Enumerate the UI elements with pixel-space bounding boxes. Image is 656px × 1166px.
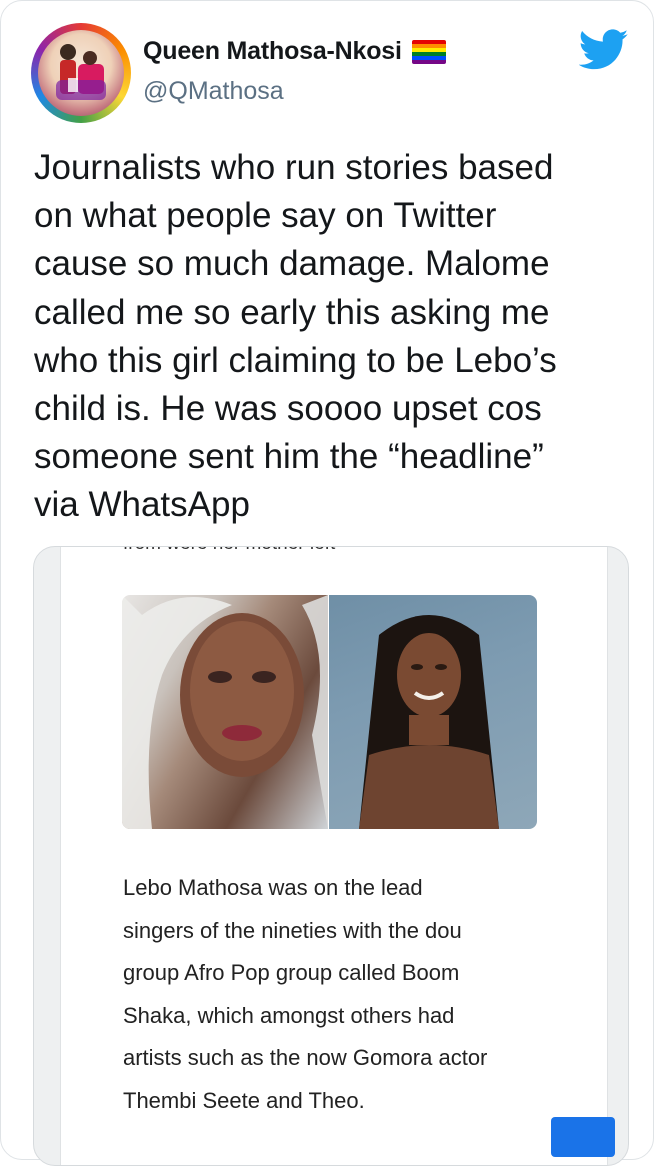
- article-photo-lebo: [122, 595, 328, 829]
- twitter-bird-icon[interactable]: [579, 29, 629, 71]
- article-screenshot: from were her mother left: [60, 547, 615, 1165]
- avatar-image: [38, 30, 124, 116]
- author-display-name[interactable]: Queen Mathosa-Nkosi: [143, 37, 402, 66]
- article-action-button[interactable]: [551, 1117, 615, 1157]
- tweet-card: Queen Mathosa-Nkosi @QMathosa Journalist…: [0, 0, 654, 1166]
- article-cut-off-line: from were her mother left: [123, 547, 335, 555]
- author-avatar[interactable]: [31, 23, 131, 123]
- article-photo-girl: [329, 595, 537, 829]
- author-name-line: Queen Mathosa-Nkosi: [143, 37, 446, 66]
- tweet-media[interactable]: from were her mother left: [33, 546, 629, 1166]
- article-body-text: Lebo Mathosa was on the lead singers of …: [123, 875, 488, 1113]
- author-handle[interactable]: @QMathosa: [143, 77, 284, 106]
- rainbow-pride-flag-icon: [411, 39, 446, 64]
- tweet-text: Journalists who run stories based on wha…: [34, 148, 557, 525]
